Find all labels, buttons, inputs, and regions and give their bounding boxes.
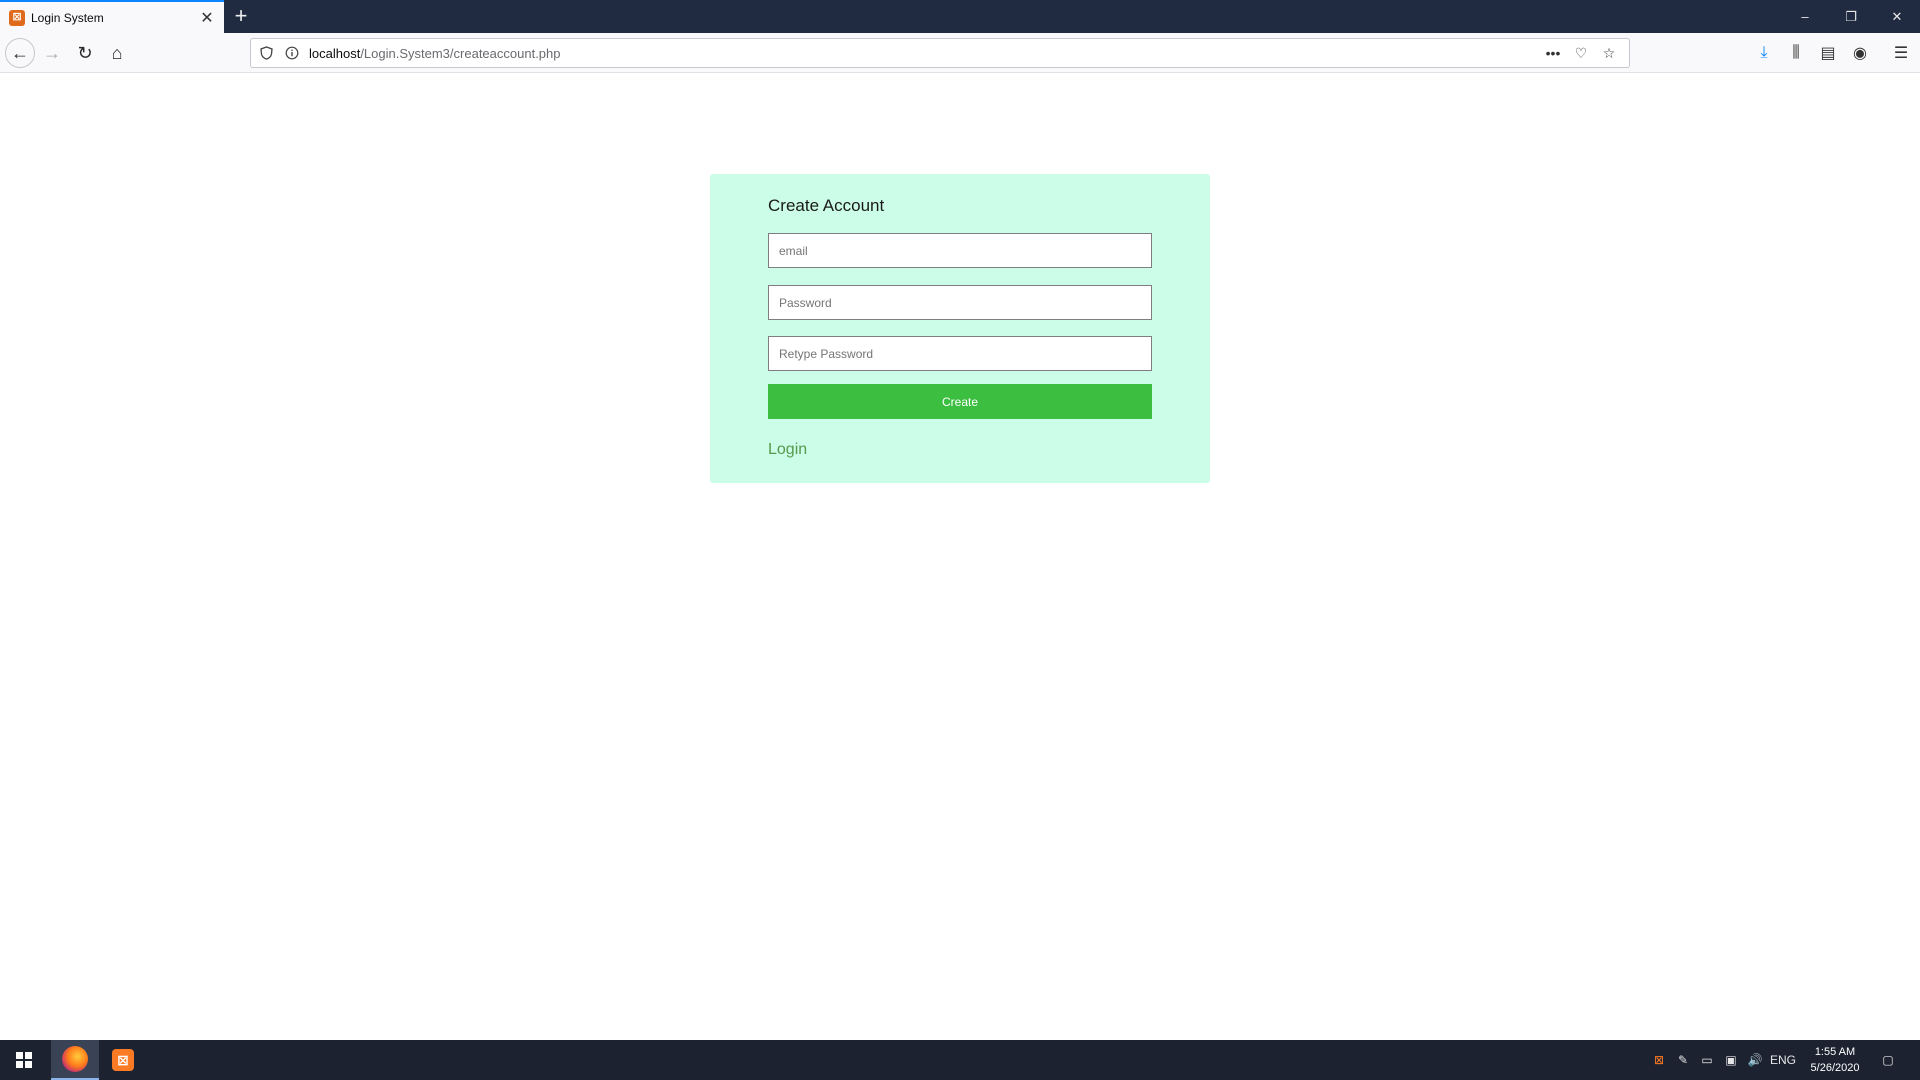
volume-icon[interactable]: 🔊 <box>1744 1040 1766 1080</box>
download-icon[interactable]: ⤓ <box>1749 38 1779 68</box>
minimize-icon[interactable]: – <box>1782 0 1828 33</box>
tab-login-system[interactable]: ⊠ Login System ✕ <box>0 0 224 33</box>
forward-arrow-icon[interactable]: → <box>37 38 67 68</box>
tab-title: Login System <box>31 10 104 25</box>
window-close-icon[interactable]: ✕ <box>1874 0 1920 33</box>
library-icon[interactable]: ⫼ <box>1781 38 1811 68</box>
clock-date: 5/26/2020 <box>1810 1062 1860 1074</box>
firefox-icon <box>62 1046 88 1072</box>
notifications-icon[interactable]: ▢ <box>1876 1040 1900 1080</box>
sidebar-icon[interactable]: ▤ <box>1813 38 1843 68</box>
taskbar-firefox[interactable] <box>51 1040 99 1080</box>
email-input[interactable] <box>768 233 1152 268</box>
clock-time: 1:55 AM <box>1814 1046 1856 1058</box>
battery-icon[interactable]: ▭ <box>1696 1040 1718 1080</box>
back-arrow-icon[interactable]: ← <box>5 38 35 68</box>
language-indicator[interactable]: ENG <box>1768 1040 1798 1080</box>
windows-logo-icon <box>16 1052 32 1068</box>
password-input[interactable] <box>768 285 1152 320</box>
retype-password-input[interactable] <box>768 336 1152 371</box>
taskbar-xampp[interactable]: ⊠ <box>99 1040 147 1080</box>
url-text: localhost/Login.System3/createaccount.ph… <box>309 46 1539 61</box>
url-host: localhost <box>309 45 361 61</box>
info-icon[interactable] <box>281 42 303 64</box>
reload-icon[interactable]: ↻ <box>70 38 100 68</box>
start-button[interactable] <box>0 1040 48 1080</box>
tab-close-icon[interactable]: ✕ <box>197 8 217 28</box>
restore-icon[interactable]: ❐ <box>1828 0 1874 33</box>
tray-xampp-icon[interactable]: ⊠ <box>1648 1040 1670 1080</box>
new-tab-icon[interactable]: + <box>229 4 253 28</box>
tray-pen-icon[interactable]: ✎ <box>1672 1040 1694 1080</box>
shield-icon[interactable] <box>255 42 277 64</box>
xampp-icon: ⊠ <box>112 1049 134 1071</box>
home-icon[interactable]: ⌂ <box>102 38 132 68</box>
pocket-icon[interactable]: ♡ <box>1567 41 1595 65</box>
url-path: /Login.System3/createaccount.php <box>360 45 561 61</box>
create-account-card: Create Account Create Login <box>710 174 1210 483</box>
xampp-favicon-icon: ⊠ <box>9 9 25 26</box>
page-content: Create Account Create Login <box>0 74 1920 1040</box>
login-link[interactable]: Login <box>768 441 807 459</box>
clock[interactable]: 1:55 AM 5/26/2020 <box>1800 1044 1870 1076</box>
form-title: Create Account <box>768 196 885 215</box>
taskbar: ⊠ ⊠ ✎ ▭ ▣ 🔊 ENG 1:55 AM 5/26/2020 ▢ <box>0 1040 1920 1080</box>
create-button[interactable]: Create <box>768 384 1152 419</box>
nav-bar: ← → ↻ ⌂ localhost/Login.System3/createac… <box>0 33 1920 73</box>
url-bar[interactable]: localhost/Login.System3/createaccount.ph… <box>250 38 1630 68</box>
hamburger-menu-icon[interactable]: ☰ <box>1886 38 1916 68</box>
tab-strip: ⊠ Login System ✕ + – ❐ ✕ <box>0 0 1920 33</box>
more-actions-icon[interactable]: ••• <box>1539 41 1567 65</box>
network-icon[interactable]: ▣ <box>1720 1040 1742 1080</box>
account-icon[interactable]: ◉ <box>1845 38 1875 68</box>
bookmark-star-icon[interactable]: ☆ <box>1595 41 1623 65</box>
